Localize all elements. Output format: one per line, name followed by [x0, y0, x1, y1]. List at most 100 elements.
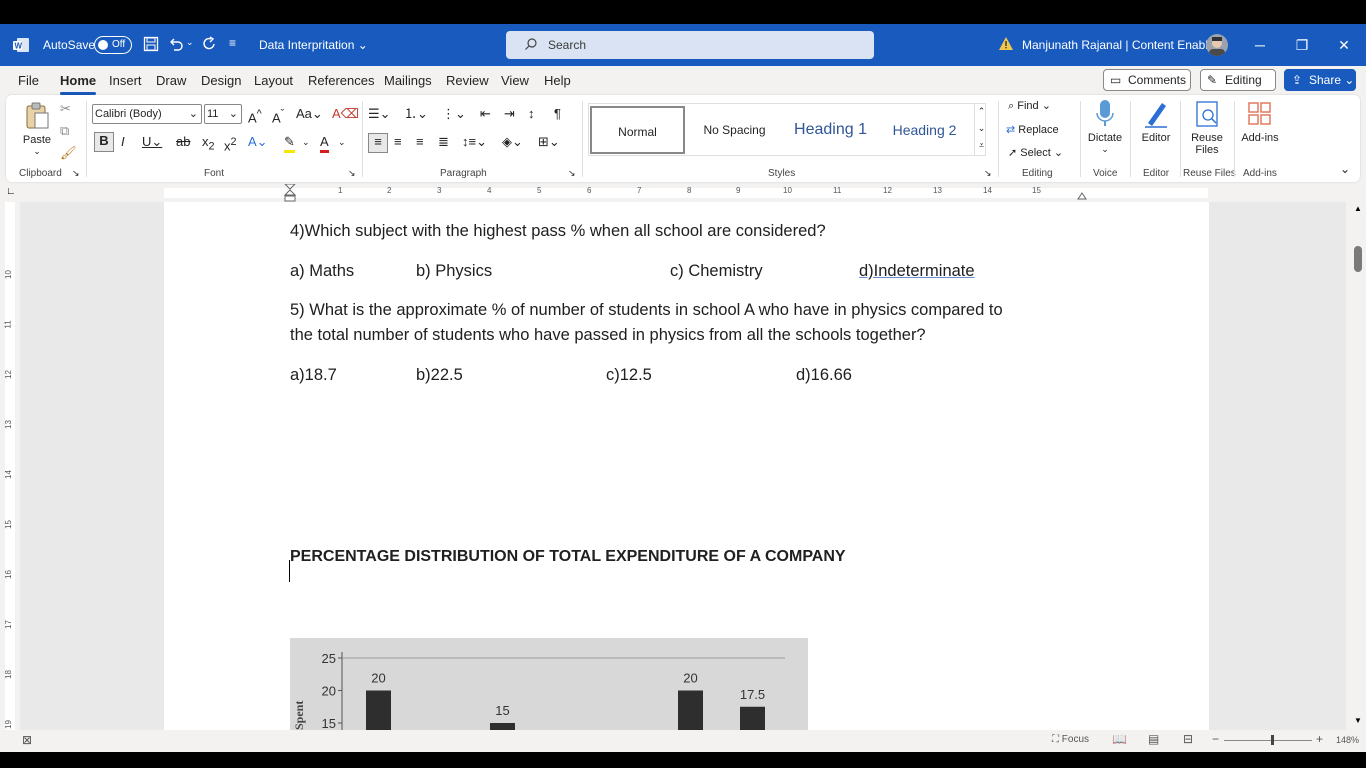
shading-icon[interactable]: ◈⌄: [502, 134, 523, 150]
print-layout-icon[interactable]: ▤: [1148, 732, 1159, 746]
read-mode-icon[interactable]: 📖: [1112, 732, 1127, 746]
grow-font-icon[interactable]: A^: [248, 106, 262, 126]
copy-icon[interactable]: ⧉: [60, 123, 69, 139]
tab-layout[interactable]: Layout: [254, 73, 293, 88]
avatar[interactable]: [1206, 34, 1228, 56]
chevron-down-icon[interactable]: ⌄: [302, 134, 310, 150]
share-button[interactable]: ⇪ Share ⌄: [1284, 69, 1356, 91]
font-color-icon[interactable]: A: [320, 134, 329, 153]
styles-scroll[interactable]: ⌃ ⌄ ⩡: [974, 103, 988, 156]
style-normal[interactable]: Normal: [590, 106, 685, 154]
customize-toolbar-icon[interactable]: ≡: [229, 36, 236, 50]
document-title[interactable]: Data Interpritation ⌄: [259, 38, 368, 52]
web-layout-icon[interactable]: ⊟: [1183, 732, 1193, 746]
line-spacing-icon[interactable]: ↕≡⌄: [462, 134, 487, 150]
add-ins-button[interactable]: Add-ins: [1238, 99, 1282, 144]
italic-icon[interactable]: I: [121, 134, 125, 150]
paste-button[interactable]: Paste ⌄: [18, 101, 56, 157]
tab-mailings[interactable]: Mailings: [384, 73, 432, 88]
font-name-combo[interactable]: Calibri (Body) ⌄: [92, 104, 202, 124]
tab-review[interactable]: Review: [446, 73, 489, 88]
numbering-icon[interactable]: ⒈⌄: [404, 106, 428, 122]
align-right-icon[interactable]: ≡: [416, 134, 424, 150]
style-heading-2[interactable]: Heading 2: [877, 106, 972, 154]
cut-icon[interactable]: ✂: [60, 101, 71, 117]
multilevel-list-icon[interactable]: ⋮⌄: [442, 106, 466, 122]
restore-icon[interactable]: ❐: [1292, 35, 1312, 55]
editor-button[interactable]: Editor: [1134, 99, 1178, 144]
align-center-icon[interactable]: ≡: [394, 134, 402, 150]
replace-button[interactable]: ⇄ Replace: [1006, 123, 1059, 136]
close-icon[interactable]: ✕: [1334, 35, 1354, 55]
scrollbar-thumb[interactable]: [1354, 246, 1362, 272]
clipboard-launcher-icon[interactable]: ↘: [72, 165, 80, 181]
redo-icon[interactable]: [202, 36, 218, 52]
decrease-indent-icon[interactable]: ⇤: [480, 106, 491, 122]
editing-mode-button[interactable]: ✎ Editing ⌄: [1200, 69, 1276, 107]
font-size-combo[interactable]: 11 ⌄: [204, 104, 242, 124]
clear-formatting-icon[interactable]: A⌫: [332, 106, 359, 122]
comments-button[interactable]: ▭ Comments: [1103, 69, 1191, 91]
zoom-out-icon[interactable]: −: [1212, 732, 1219, 746]
tab-design[interactable]: Design: [201, 73, 241, 88]
subscript-icon[interactable]: x2: [202, 134, 215, 155]
accessibility-icon[interactable]: ⊠: [22, 733, 32, 747]
zoom-slider[interactable]: [1224, 735, 1312, 745]
style-heading-1[interactable]: Heading 1: [783, 106, 878, 154]
zoom-level[interactable]: 148%: [1336, 735, 1359, 745]
superscript-icon[interactable]: x2: [224, 134, 237, 154]
find-button[interactable]: ⌕ Find ⌄: [1008, 99, 1051, 113]
focus-button[interactable]: ⛶ Focus: [1052, 734, 1089, 745]
bullets-icon[interactable]: ☰⌄: [368, 106, 391, 122]
font-launcher-icon[interactable]: ↘: [348, 165, 356, 181]
tab-insert[interactable]: Insert: [109, 73, 142, 88]
document-page[interactable]: 4)Which subject with the highest pass % …: [164, 202, 1209, 730]
scroll-down-icon[interactable]: ▼: [1354, 716, 1362, 725]
save-icon[interactable]: [143, 36, 159, 52]
collapse-ribbon-icon[interactable]: ⌄: [1340, 161, 1350, 177]
tab-help[interactable]: Help: [544, 73, 571, 88]
shrink-font-icon[interactable]: Aˇ: [272, 106, 284, 126]
reuse-files-button[interactable]: Reuse Files: [1184, 99, 1230, 156]
show-formatting-icon[interactable]: ¶: [554, 106, 561, 122]
vertical-scrollbar[interactable]: ▲ ▼: [1346, 202, 1366, 730]
styles-launcher-icon[interactable]: ↘: [984, 165, 992, 181]
highlight-icon[interactable]: ✎: [284, 134, 295, 153]
tab-home[interactable]: Home: [60, 73, 97, 95]
increase-indent-icon[interactable]: ⇥: [504, 106, 515, 122]
style-no-spacing[interactable]: No Spacing: [687, 106, 782, 154]
autosave-toggle[interactable]: Off: [94, 36, 132, 54]
tab-selector-icon[interactable]: ∟: [6, 186, 16, 197]
change-case-icon[interactable]: Aa⌄: [296, 106, 323, 122]
dictate-button[interactable]: Dictate ⌄: [1084, 99, 1126, 155]
format-painter-icon[interactable]: 🖌: [60, 145, 77, 161]
tab-view[interactable]: View: [501, 73, 529, 88]
indent-marker-icon[interactable]: [284, 184, 296, 202]
select-button[interactable]: ➚ Select ⌄: [1008, 146, 1063, 159]
embedded-bar-chart[interactable]: 25 20 15 Spent 20 15 20 17.5: [290, 638, 808, 730]
chevron-down-icon[interactable]: ⌄: [975, 120, 988, 137]
more-styles-icon[interactable]: ⩡: [975, 137, 988, 154]
minimize-icon[interactable]: ─: [1250, 35, 1270, 55]
zoom-in-icon[interactable]: +: [1316, 732, 1323, 746]
align-left-icon[interactable]: ≡: [368, 133, 388, 153]
warning-icon[interactable]: [998, 36, 1014, 52]
user-name[interactable]: Manjunath Rajanal | Content Enablers: [1022, 38, 1225, 52]
right-indent-marker-icon[interactable]: [1077, 192, 1087, 200]
borders-icon[interactable]: ⊞⌄: [538, 134, 560, 150]
tab-references[interactable]: References: [308, 73, 374, 88]
text-effects-icon[interactable]: A⌄: [248, 134, 268, 150]
undo-dropdown-icon[interactable]: ⌄: [186, 37, 194, 48]
chevron-down-icon[interactable]: ⌄: [338, 134, 346, 150]
bold-icon[interactable]: B: [94, 132, 114, 152]
horizontal-ruler[interactable]: ∟ 1 2 3 4 5 6 7 8 9 10 11 12 13 14 15: [0, 184, 1366, 202]
chevron-up-icon[interactable]: ⌃: [975, 103, 988, 120]
paragraph-launcher-icon[interactable]: ↘: [568, 165, 576, 181]
justify-icon[interactable]: ≣: [438, 134, 449, 150]
tab-draw[interactable]: Draw: [156, 73, 186, 88]
underline-icon[interactable]: U⌄: [142, 134, 162, 150]
tab-file[interactable]: File: [18, 73, 39, 88]
undo-icon[interactable]: [168, 36, 184, 52]
search-box[interactable]: Search: [506, 31, 874, 59]
scroll-up-icon[interactable]: ▲: [1354, 204, 1362, 213]
